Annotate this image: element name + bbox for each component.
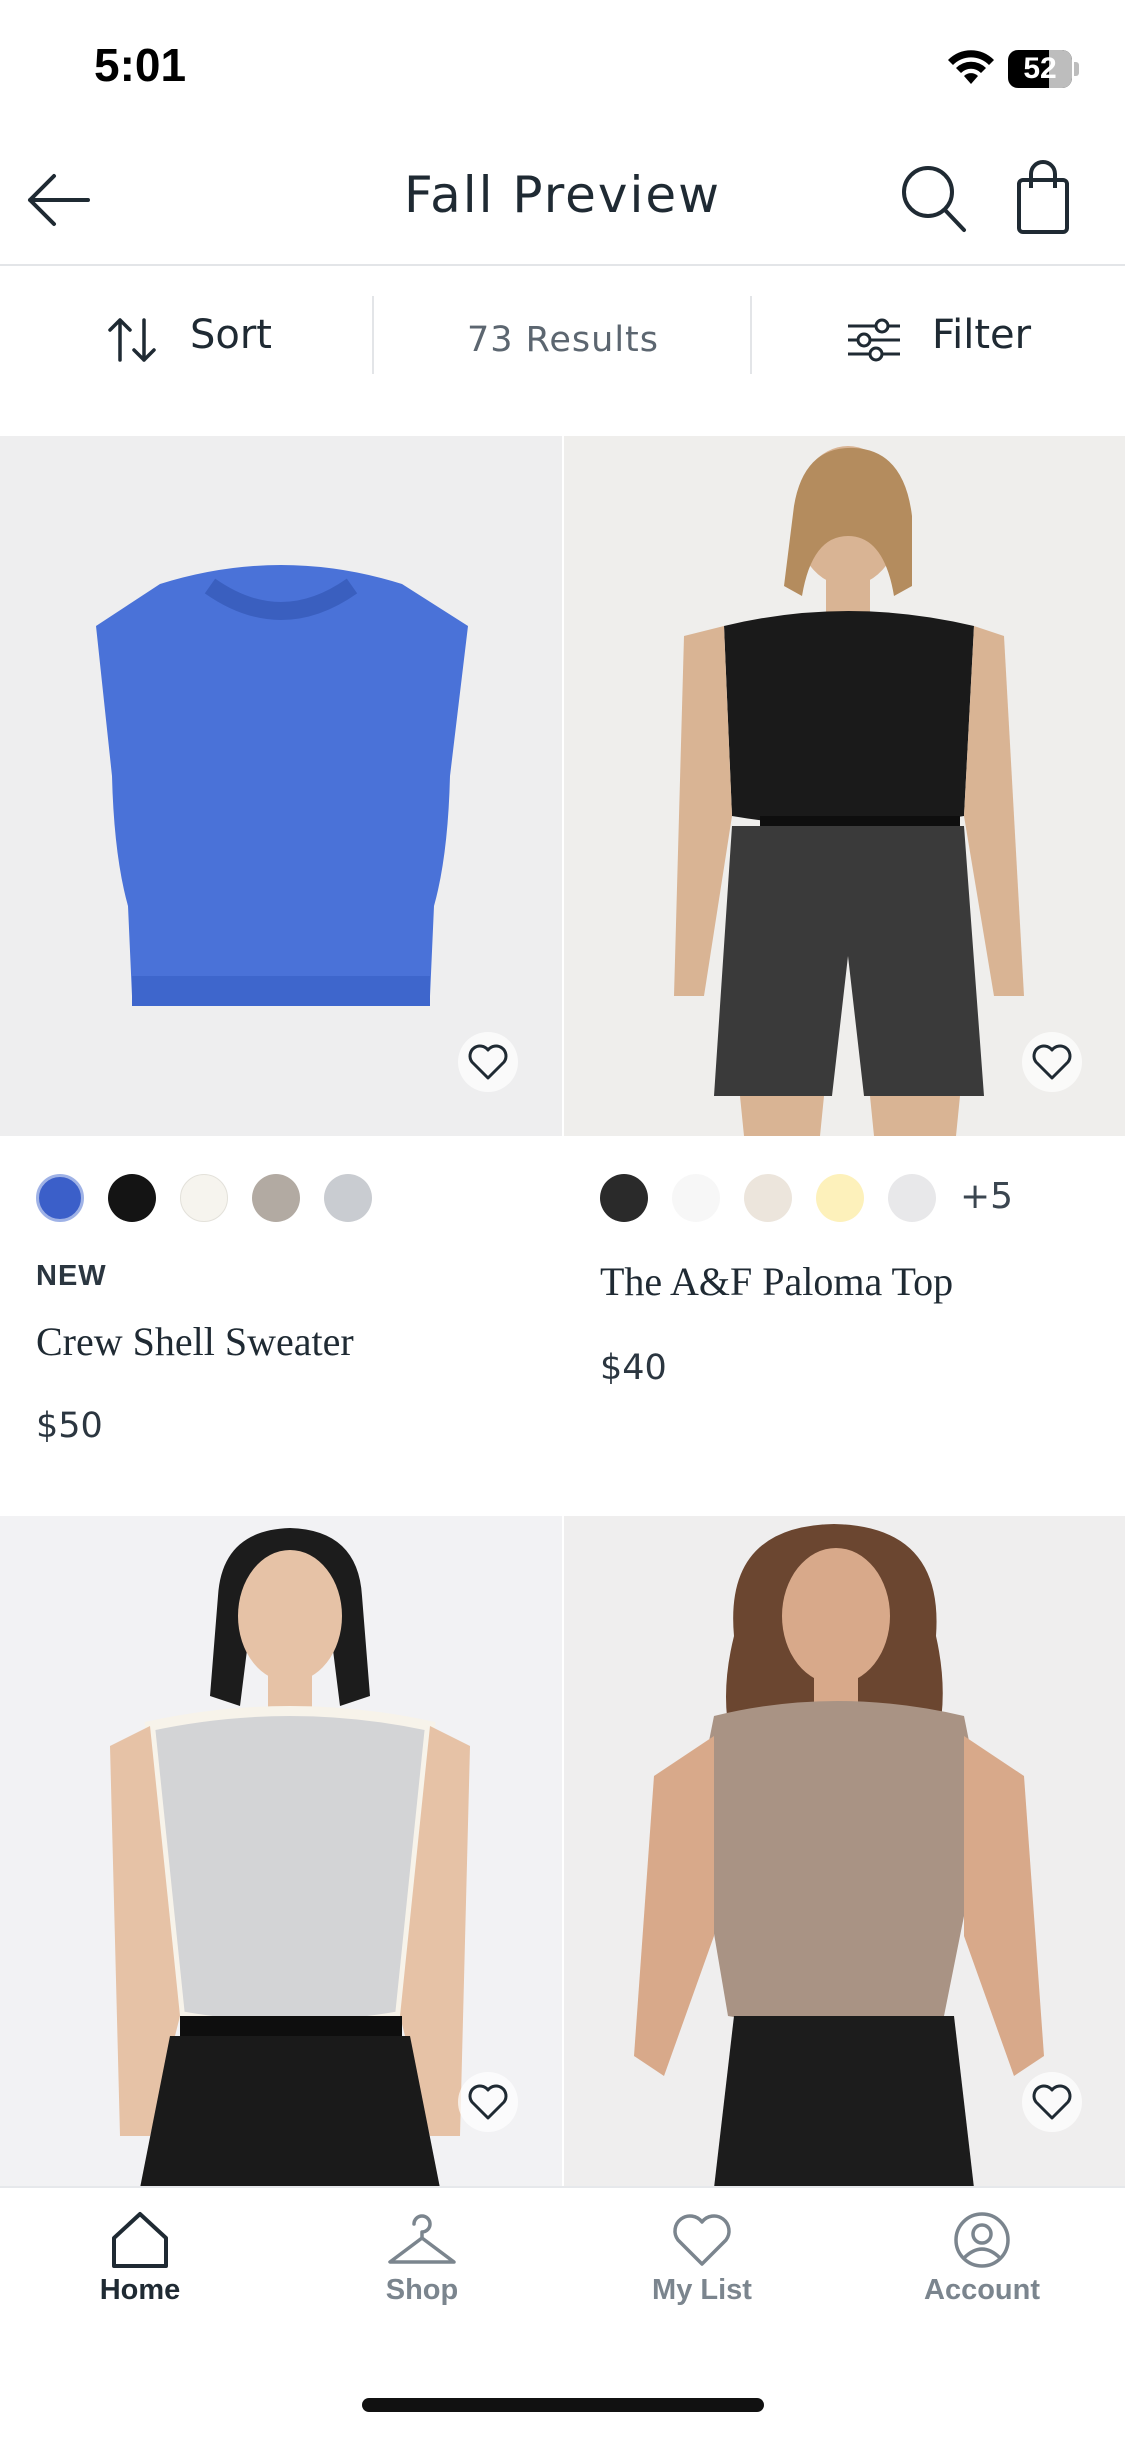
heart-icon <box>468 1044 508 1080</box>
product-price: $50 <box>36 1406 103 1446</box>
color-swatch[interactable] <box>252 1174 300 1222</box>
sort-label: Sort <box>190 312 272 358</box>
tab-label: Account <box>924 2274 1040 2306</box>
color-swatch[interactable] <box>36 1174 84 1222</box>
heart-icon <box>1032 1044 1072 1080</box>
new-badge: NEW <box>36 1260 107 1292</box>
filter-label: Filter <box>932 312 1032 358</box>
wishlist-button[interactable] <box>1022 1032 1082 1092</box>
color-swatch[interactable] <box>324 1174 372 1222</box>
toolbar-divider <box>372 296 374 374</box>
home-indicator <box>362 2398 764 2412</box>
battery-cap <box>1074 62 1079 76</box>
more-colors-count[interactable]: +5 <box>960 1176 1013 1217</box>
shopping-bag-icon[interactable] <box>1016 160 1070 234</box>
color-swatch[interactable] <box>108 1174 156 1222</box>
color-swatch[interactable] <box>744 1174 792 1222</box>
status-time: 5:01 <box>94 39 187 91</box>
wishlist-button[interactable] <box>458 1032 518 1092</box>
color-swatch[interactable] <box>600 1174 648 1222</box>
sweater-vest-illustration <box>96 565 468 1006</box>
tab-home[interactable]: Home <box>30 2210 250 2307</box>
tab-account[interactable]: Account <box>872 2210 1092 2307</box>
toolbar-divider <box>750 296 752 374</box>
product-image[interactable] <box>0 436 562 1136</box>
sort-button[interactable]: Sort <box>106 310 276 370</box>
account-icon <box>954 2212 1010 2268</box>
tab-label: Shop <box>385 2274 459 2306</box>
product-name[interactable]: The A&F Paloma Top <box>600 1258 953 1305</box>
tab-shop[interactable]: Shop <box>312 2210 532 2307</box>
wishlist-button[interactable] <box>1022 2072 1082 2132</box>
product-name[interactable]: Crew Shell Sweater <box>36 1318 354 1365</box>
battery-icon: 52 <box>1008 50 1072 88</box>
color-swatch[interactable] <box>672 1174 720 1222</box>
heart-icon <box>468 2084 508 2120</box>
wifi-icon <box>948 50 994 84</box>
hanger-icon <box>388 2214 456 2264</box>
sort-icon <box>108 318 156 362</box>
heart-icon <box>673 2214 731 2266</box>
tab-my-list[interactable]: My List <box>592 2210 812 2307</box>
product-image[interactable] <box>564 1516 1125 2188</box>
product-price: $40 <box>600 1348 667 1388</box>
model-black-top-illustration <box>674 446 1024 1136</box>
wishlist-button[interactable] <box>458 2072 518 2132</box>
product-image[interactable] <box>564 436 1125 1136</box>
color-swatches: +5 <box>600 1174 1020 1224</box>
color-swatches <box>36 1174 456 1224</box>
color-swatch[interactable] <box>816 1174 864 1222</box>
heart-icon <box>1032 2084 1072 2120</box>
product-image[interactable] <box>0 1516 562 2188</box>
search-icon[interactable] <box>900 164 968 234</box>
home-icon <box>112 2212 168 2268</box>
color-swatch[interactable] <box>888 1174 936 1222</box>
tab-label: My List <box>652 2274 752 2306</box>
header-divider <box>0 264 1125 266</box>
tab-label: Home <box>99 2274 181 2306</box>
color-swatch[interactable] <box>180 1174 228 1222</box>
filter-button[interactable]: Filter <box>846 310 1036 370</box>
results-count: 73 Results <box>466 320 660 360</box>
battery-level: 52 <box>1023 52 1057 85</box>
filter-icon <box>848 318 900 362</box>
